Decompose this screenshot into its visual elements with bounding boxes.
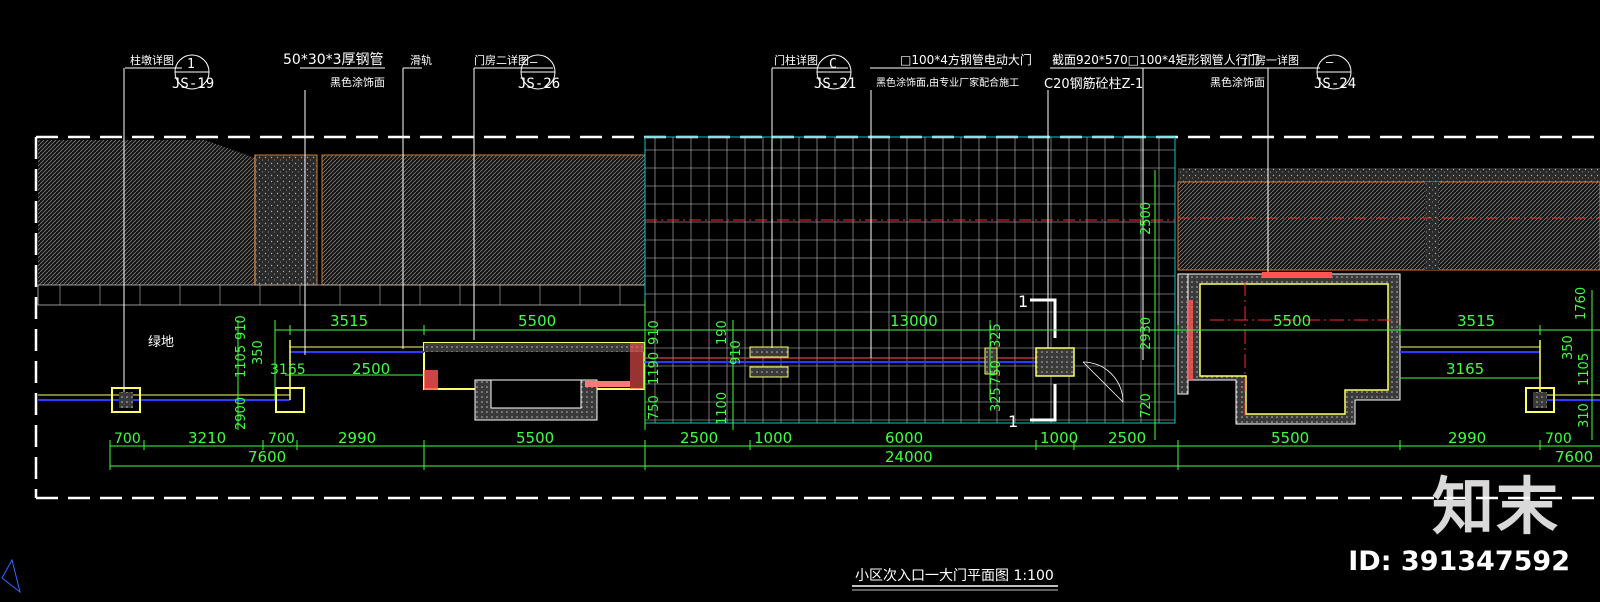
ref-3-top: C (829, 57, 837, 72)
lower-dimensions: 700 3210 700 2990 5500 2500 1000 6000 10… (114, 429, 1572, 447)
dim-total: 24000 (885, 448, 933, 466)
dim-vertical: 350 (1561, 335, 1576, 360)
dim-lower: 2500 (680, 429, 718, 447)
brand-logo: 知末 (1431, 470, 1560, 543)
dim-lower: 2500 (1108, 429, 1146, 447)
dim-lower: 3210 (188, 429, 226, 447)
dim-vertical: 310 (1577, 403, 1592, 428)
callout-electric-gate-finish: 黑色涂饰面,由专业厂家配合施工 (876, 76, 1019, 89)
dim-vertical: 750 (989, 360, 1004, 385)
dim-lower: 1000 (1040, 429, 1078, 447)
dim-lower: 1000 (754, 429, 792, 447)
dim-vertical: 350 (251, 340, 266, 365)
paving-grid-center (644, 136, 1176, 424)
drawing-id-label: ID: 391347592 (1348, 546, 1570, 577)
dim-lower: 5500 (516, 429, 554, 447)
dim-lower: 2990 (338, 429, 376, 447)
callout-gate-post-detail: 门柱详图 (774, 53, 818, 67)
dim-vertical: 1105 (234, 345, 249, 378)
dim-inner: 3165 (270, 362, 306, 378)
dim-vertical: 325 (989, 387, 1004, 412)
callout-gatehouse-two: 门房二详图 (474, 53, 529, 67)
dim-vertical: 1190 (647, 352, 662, 385)
section-mark-top: 1 (1018, 292, 1028, 311)
dim-vertical: 2500 (1139, 202, 1154, 235)
dim-upper: 3515 (1457, 312, 1495, 330)
drawing-title-block: 小区次入口一大门平面图 1:100 (852, 568, 1058, 591)
callout-pedestrian-gate: 截面920*570□100*4矩形钢管人行门 (1052, 52, 1260, 67)
dim-vertical: 1760 (1574, 287, 1589, 320)
dim-lower: 5500 (1271, 429, 1309, 447)
drawing-title: 小区次入口一大门平面图 1:100 (855, 568, 1054, 584)
dim-upper: 13000 (890, 312, 938, 330)
paving-left (37, 140, 646, 306)
green-area-label: 绿地 (148, 335, 174, 350)
callout-steel-pipe-finish: 黑色涂饰面 (330, 75, 385, 89)
dim-vertical: 750 (647, 395, 662, 420)
total-dimensions: 7600 24000 7600 (248, 448, 1593, 466)
ref-4-bottom: JS-24 (1314, 76, 1356, 92)
corner-marker (1, 558, 21, 594)
dim-total: 7600 (248, 448, 286, 466)
dim-upper: 5500 (1273, 312, 1311, 330)
cad-plan-drawing: 1 1 绿地 柱墩详图 1 JS-19 50*30*3厚钢管 黑色涂饰面 滑轨 … (1, 52, 1600, 594)
callout-electric-gate: □100*4方钢管电动大门 (900, 52, 1032, 67)
ref-1-bottom: JS-19 (172, 76, 214, 92)
dim-vertical: 2900 (234, 397, 249, 430)
dim-vertical: 910 (647, 320, 662, 345)
callout-black-finish: 黑色涂饰面 (1210, 75, 1265, 89)
gatehouse-two (423, 342, 645, 421)
dim-vertical: 2930 (1139, 317, 1154, 350)
ref-4-top: — (1326, 55, 1334, 69)
dim-lower: 700 (114, 431, 141, 447)
ref-3-bottom: JS-21 (814, 76, 856, 92)
dim-vertical: 1100 (715, 392, 730, 425)
dim-upper: 3515 (330, 312, 368, 330)
ref-2-bottom: JS-26 (518, 76, 560, 92)
dim-upper: 5500 (518, 312, 556, 330)
callout-column-detail: 柱墩详图 (130, 53, 174, 67)
dim-vertical: 325 (989, 323, 1004, 348)
callout-concrete-column: C20钢筋砼柱Z-1 (1044, 76, 1143, 92)
dim-lower: 6000 (885, 429, 923, 447)
callout-gatehouse-one: 门房一详图 (1244, 53, 1299, 67)
dim-lower: 700 (268, 431, 295, 447)
dim-lower: 2990 (1448, 429, 1486, 447)
dim-total: 7600 (1555, 448, 1593, 466)
dim-vertical: 1105 (1577, 353, 1592, 386)
dim-inner: 3165 (1446, 360, 1484, 378)
dim-vertical: 910 (729, 340, 744, 365)
dim-lower: 700 (1545, 431, 1572, 447)
dim-vertical: 720 (1139, 393, 1154, 418)
callout-slide-rail: 滑轨 (410, 53, 432, 67)
paving-right (1177, 168, 1600, 271)
ref-2-top: — (530, 55, 538, 69)
dim-inner: 2500 (352, 360, 390, 378)
dim-vertical: 910 (234, 315, 249, 340)
dim-vertical: 190 (715, 320, 730, 345)
callout-steel-pipe: 50*30*3厚钢管 (283, 52, 384, 68)
ref-1-top: 1 (187, 57, 195, 72)
section-mark-bottom: 1 (1008, 412, 1018, 431)
gatehouse-one (1177, 272, 1401, 425)
